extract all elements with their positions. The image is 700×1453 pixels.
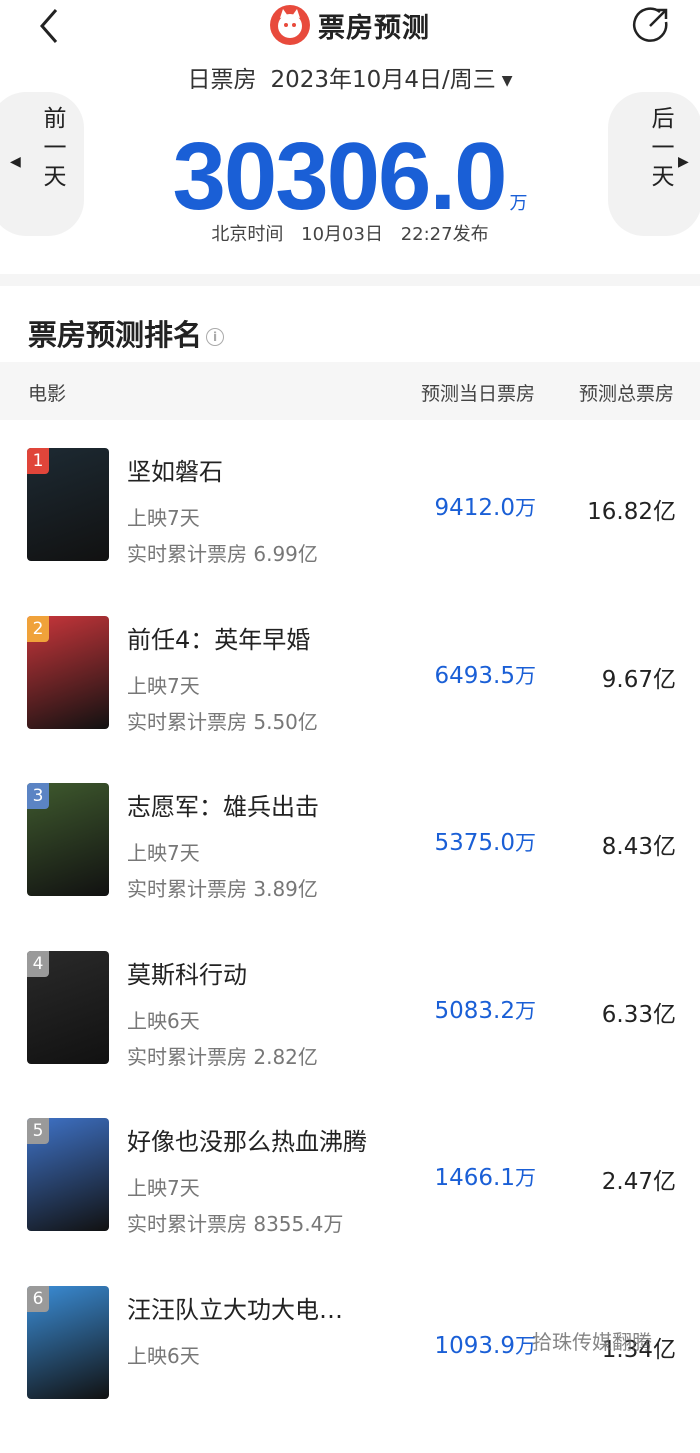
accumulated-value: 6.99亿 (253, 542, 318, 566)
publish-info: 北京时间 10月03日 22:27发布 (0, 220, 700, 246)
date-label: 日票房 (187, 67, 257, 93)
top-bar: 票房预测 (0, 0, 700, 56)
accumulated-label: 实时累计票房 (127, 1045, 247, 1069)
daily-box-office-panel: 日票房 2023年10月4日/周三 ▼ ◀ 前一天 后一天 ▶ 30306.0 万 北… (0, 56, 700, 274)
day-forecast-unit: 万 (515, 664, 536, 688)
rank-badge: 4 (27, 951, 49, 977)
publish-time: 22:27发布 (400, 224, 489, 245)
accumulated-value: 8355.4万 (253, 1212, 344, 1236)
page-title: 票房预测 (318, 12, 430, 44)
publish-date: 10月03日 (301, 224, 383, 245)
watermark: 拾珠传媒翻腾 (532, 1330, 652, 1354)
ranking-title-text: 票房预测排名 (28, 318, 203, 352)
rank-badge: 2 (27, 616, 49, 642)
movie-poster: 6 (27, 1286, 109, 1399)
day-forecast-unit: 万 (515, 999, 536, 1023)
date-value: 2023年10月4日/周三 (270, 67, 496, 93)
info-icon[interactable]: i (206, 328, 225, 346)
table-row[interactable]: 1 坚如磐石上映7天实时累计票房 6.99亿 9412.0万 16.82亿 (0, 448, 700, 615)
daily-total: 30306.0 万 (0, 122, 700, 232)
movie-accumulated: 实时累计票房 8355.4万 (127, 1208, 343, 1237)
accumulated-value: 2.82亿 (253, 1045, 318, 1069)
movie-accumulated: 实时累计票房 6.99亿 (127, 538, 318, 567)
ranking-title: 票房预测排名 i (28, 312, 225, 354)
table-row[interactable]: 5 好像也没那么热血沸腾上映7天实时累计票房 8355.4万 1466.1万 2.47… (0, 1118, 700, 1285)
table-row[interactable]: 3 志愿军：雄兵出击上映7天实时累计票房 3.89亿 5375.0万 8.43亿 (0, 783, 700, 950)
col-total-forecast: 预测总票房 (579, 383, 675, 405)
movie-release-days: 上映7天 (127, 506, 200, 530)
rank-badge: 5 (27, 1118, 49, 1144)
day-forecast-unit: 万 (515, 831, 536, 855)
total-forecast: 9.67亿 (601, 667, 676, 693)
movie-poster: 1 (27, 448, 109, 561)
share-icon[interactable] (630, 4, 672, 46)
movie-title: 好像也没那么热血沸腾 (127, 1128, 367, 1156)
day-forecast-value: 6493.5 (434, 663, 515, 689)
accumulated-label: 实时累计票房 (127, 542, 247, 566)
rank-badge: 3 (27, 783, 49, 809)
day-forecast: 6493.5万 (380, 660, 536, 690)
movie-title: 前任4：英年早婚 (127, 626, 311, 654)
col-movie: 电影 (28, 383, 67, 405)
rank-badge: 6 (27, 1286, 49, 1312)
total-forecast: 2.47亿 (601, 1169, 676, 1195)
day-forecast-value: 5083.2 (434, 998, 515, 1024)
daily-total-value: 30306.0 (172, 123, 507, 230)
movie-title: 汪汪队立大功大电… (127, 1296, 343, 1324)
table-row[interactable]: 4 莫斯科行动上映6天实时累计票房 2.82亿 5083.2万 6.33亿 (0, 951, 700, 1118)
date-selector[interactable]: 日票房 2023年10月4日/周三 ▼ (0, 60, 700, 94)
accumulated-value: 3.89亿 (253, 877, 318, 901)
movie-release-days: 上映6天 (127, 1009, 200, 1033)
day-forecast-unit: 万 (515, 496, 536, 520)
movie-accumulated: 实时累计票房 2.82亿 (127, 1041, 318, 1070)
accumulated-value: 5.50亿 (253, 710, 318, 734)
day-forecast-value: 1093.9 (434, 1333, 515, 1359)
day-forecast: 5083.2万 (380, 995, 536, 1025)
rank-badge: 1 (27, 448, 49, 474)
day-forecast-unit: 万 (515, 1166, 536, 1190)
movie-poster: 3 (27, 783, 109, 896)
daily-total-unit: 万 (509, 193, 528, 214)
total-forecast: 16.82亿 (587, 499, 676, 525)
movie-title: 志愿军：雄兵出击 (127, 793, 319, 821)
publish-timezone: 北京时间 (211, 224, 284, 245)
movie-release-days: 上映7天 (127, 674, 200, 698)
day-forecast-value: 1466.1 (434, 1165, 515, 1191)
accumulated-label: 实时累计票房 (127, 877, 247, 901)
total-forecast: 8.43亿 (601, 834, 676, 860)
caret-down-icon: ▼ (501, 72, 513, 89)
day-forecast: 1466.1万 (380, 1162, 536, 1192)
total-forecast: 6.33亿 (601, 1002, 676, 1028)
day-forecast: 1093.9万 (380, 1330, 536, 1360)
title-wrap: 票房预测 (0, 0, 700, 50)
day-forecast: 9412.0万 (380, 492, 536, 522)
movie-accumulated: 实时累计票房 5.50亿 (127, 706, 318, 735)
movie-release-days: 上映7天 (127, 1176, 200, 1200)
day-forecast: 5375.0万 (380, 827, 536, 857)
movie-poster: 5 (27, 1118, 109, 1231)
day-forecast-value: 5375.0 (434, 830, 515, 856)
movie-title: 坚如磐石 (127, 458, 223, 486)
accumulated-label: 实时累计票房 (127, 1212, 247, 1236)
movie-release-days: 上映7天 (127, 841, 200, 865)
movie-title: 莫斯科行动 (127, 961, 247, 989)
col-day-forecast: 预测当日票房 (421, 383, 536, 405)
section-divider (0, 274, 700, 286)
maoyan-cat-logo-icon (270, 5, 310, 45)
table-row[interactable]: 2 前任4：英年早婚上映7天实时累计票房 5.50亿 6493.5万 9.67亿 (0, 616, 700, 783)
movie-accumulated: 实时累计票房 3.89亿 (127, 873, 318, 902)
table-row[interactable]: 6汪汪队立大功大电…上映6天实时累计票房 1093.9万1.34亿 (0, 1286, 700, 1453)
movie-poster: 2 (27, 616, 109, 729)
table-header: 电影 预测当日票房 预测总票房 (0, 362, 700, 420)
movie-poster: 4 (27, 951, 109, 1064)
accumulated-label: 实时累计票房 (127, 710, 247, 734)
movie-release-days: 上映6天 (127, 1344, 200, 1368)
day-forecast-value: 9412.0 (434, 495, 515, 521)
